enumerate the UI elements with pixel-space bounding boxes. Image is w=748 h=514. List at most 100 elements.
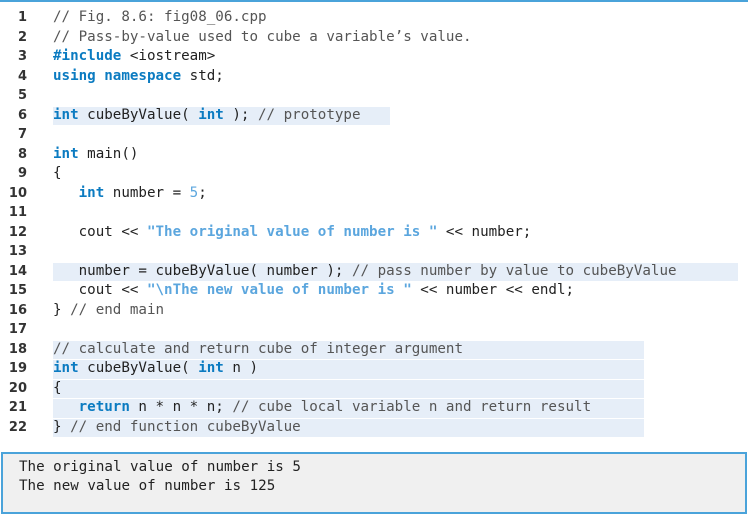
line-number: 7 [17, 127, 27, 142]
code-highlight [53, 379, 644, 398]
code-token: number = [104, 184, 190, 201]
source-text: { [53, 379, 62, 399]
code-line: 1 // Fig. 8.6: fig08_06.cpp [0, 8, 748, 28]
code-line: 6 int cubeByValue( int ); // prototype [0, 106, 748, 126]
comment: // end function cubeByValue [70, 418, 301, 435]
code-line: 15 cout << "\nThe new value of number is… [0, 281, 748, 301]
keyword: int [53, 145, 79, 162]
code-line: 3 #include <iostream> [0, 47, 748, 67]
code-line: 21 return n * n * n; // cube local varia… [0, 398, 748, 418]
comment: // pass number by value to cubeByValue [351, 262, 677, 279]
source-text: } // end main [53, 301, 164, 321]
source-text: number = cubeByValue( number ); // pass … [53, 262, 677, 282]
keyword: return [78, 399, 130, 415]
line-number: 8 [17, 146, 27, 162]
code-token: << number; [437, 223, 532, 240]
code-line: 13 [0, 242, 748, 262]
code-token: n * n * n; [129, 399, 233, 415]
comment: // calculate and return cube of integer … [53, 340, 463, 357]
comment: // Pass-by-value used to cube a variable… [53, 28, 472, 45]
comment: // Fig. 8.6: fig08_06.cpp [53, 9, 267, 25]
code-token: <iostream> [121, 48, 216, 64]
line-number: 11 [8, 205, 27, 220]
line-number: 19 [8, 361, 27, 376]
code-token: n ) [223, 360, 259, 376]
source-text: return n * n * n; // cube local variable… [53, 398, 592, 418]
top-rule [0, 0, 748, 2]
source-text: int cubeByValue( int n ) [53, 359, 258, 379]
line-number: 16 [8, 302, 27, 318]
source-text: // Fig. 8.6: fig08_06.cpp [53, 8, 267, 28]
line-number: 3 [17, 49, 27, 64]
comment: // cube local variable n and return resu… [232, 399, 592, 415]
code-line: 4 using namespace std; [0, 67, 748, 87]
line-number: 22 [8, 419, 27, 435]
code-line: 8 int main() [0, 145, 748, 165]
output-line: The new value of number is 125 [19, 478, 276, 494]
line-number: 10 [8, 185, 27, 201]
code-line: 19 int cubeByValue( int n ) [0, 359, 748, 379]
keyword: #include [53, 48, 122, 64]
source-text: int cubeByValue( int ); // prototype [53, 106, 361, 126]
code-token: } [53, 418, 71, 435]
code-line: 18 // calculate and return cube of intege… [0, 340, 748, 360]
line-number: 20 [8, 380, 27, 396]
source-text: cout << "\nThe new value of number is " … [53, 281, 574, 301]
code-line: 17 [0, 320, 748, 340]
code-token: } [53, 301, 71, 318]
source-text: int number = 5; [53, 184, 207, 204]
source-text: // calculate and return cube of integer … [53, 340, 463, 360]
source-text: #include <iostream> [53, 47, 215, 67]
code-line: 7 [0, 125, 748, 145]
line-number: 1 [17, 10, 27, 25]
line-number: 2 [17, 29, 27, 45]
code-token: cout << [53, 282, 147, 298]
source-text: { [53, 164, 62, 184]
code-token: { [53, 379, 62, 396]
output-line: The original value of number is 5 [19, 459, 301, 475]
keyword: int [198, 360, 224, 376]
code-line: 5 [0, 86, 748, 106]
line-number: 12 [8, 224, 27, 240]
keyword: int [53, 360, 79, 376]
code-token: std; [181, 67, 224, 84]
code-token: main() [78, 145, 139, 162]
string-literal: "The original value of number is " [146, 223, 438, 240]
comment: // end main [70, 301, 165, 318]
line-number: 15 [8, 283, 27, 298]
line-number: 18 [8, 341, 27, 357]
source-text: cout << "The original value of number is… [53, 223, 532, 243]
line-number: 5 [17, 88, 27, 103]
line-number: 9 [17, 166, 27, 181]
code-token: << number << endl; [411, 282, 575, 298]
code-line: 16} // end main [0, 301, 748, 321]
number-literal: 5 [189, 184, 199, 201]
line-number: 21 [8, 400, 27, 415]
code-token: ); [223, 106, 259, 123]
code-line: 2 // Pass-by-value used to cube a variabl… [0, 28, 748, 48]
code-line: 9{ [0, 164, 748, 184]
keyword: int [198, 106, 224, 123]
code-line: 11 [0, 203, 748, 223]
code-token: ; [198, 184, 207, 201]
keyword: int [53, 106, 79, 123]
code-line: 20 { [0, 379, 748, 399]
code-token: cout << [53, 223, 147, 240]
code-line: 22} // end function cubeByValue [0, 418, 748, 437]
source-text: using namespace std; [53, 67, 224, 87]
code-token: cubeByValue( [78, 106, 199, 123]
keyword: int [78, 184, 105, 201]
source-text: // Pass-by-value used to cube a variable… [53, 28, 472, 48]
line-number: 13 [8, 244, 27, 259]
code-token: { [53, 165, 62, 181]
code-line: 10 int number = 5; [0, 184, 748, 204]
code-line: 14 number = cubeByValue( number ); // pa… [0, 262, 748, 282]
line-number: 6 [17, 107, 27, 123]
code-token: cubeByValue( [78, 360, 199, 376]
line-number: 14 [8, 263, 27, 279]
string-literal: "\nThe new value of number is " [146, 282, 412, 298]
comment: // prototype [258, 106, 361, 123]
program-output-box: The original value of number is 5 The ne… [1, 452, 747, 514]
